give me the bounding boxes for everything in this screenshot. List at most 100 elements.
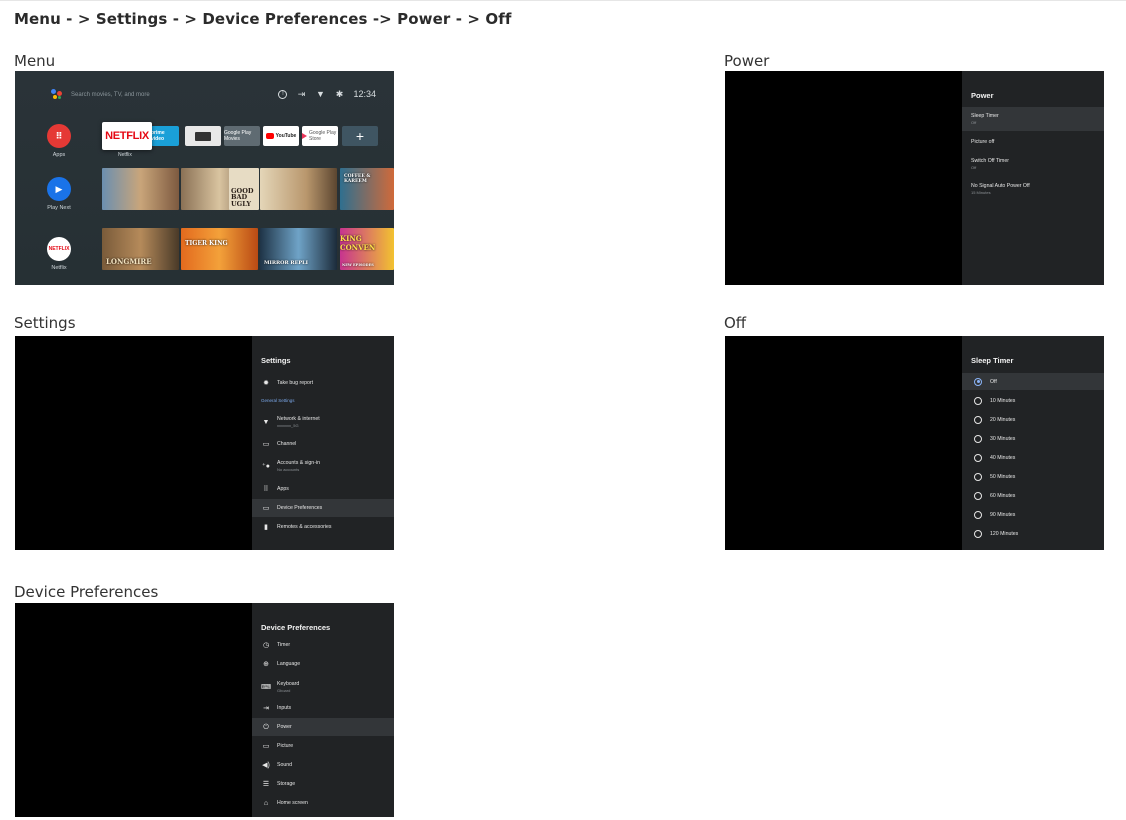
google-assistant-icon xyxy=(51,89,63,101)
play-store-icon xyxy=(302,133,307,139)
item-label: Power xyxy=(277,724,292,730)
radio-option-10-minutes[interactable]: 10 Minutes xyxy=(962,392,1104,409)
app-play-store-label: Google Play Store xyxy=(309,130,337,142)
poster-tile[interactable]: MIRROR REPLI xyxy=(260,228,337,270)
poster-tile[interactable] xyxy=(102,168,179,210)
menu-item-home-screen[interactable]: ⌂ Home screen xyxy=(252,796,394,810)
poster-title: KING CONVEN xyxy=(340,234,376,252)
menu-item-picture-off[interactable]: Picture off xyxy=(962,133,1104,151)
poster-tile[interactable] xyxy=(260,168,337,210)
menu-item-power[interactable]: ⏻ Power xyxy=(252,718,394,736)
menu-item-network[interactable]: ▼ Network & internet xxxxxxx_5G xyxy=(252,412,394,432)
home-icon: ⌂ xyxy=(263,799,269,807)
section-label-off: Off xyxy=(724,314,747,332)
menu-item-apps[interactable]: ⠿ Apps xyxy=(252,482,394,496)
radio-option-off[interactable]: Off xyxy=(962,373,1104,390)
power-side-panel: Power Sleep Timer Off Picture off Switch … xyxy=(962,71,1104,285)
option-label: 10 Minutes xyxy=(990,397,1016,404)
menu-item-keyboard[interactable]: ⌨ Keyboard Gboard xyxy=(252,677,394,697)
search-input[interactable]: Search movies, TV, and more xyxy=(71,92,150,98)
add-app-button[interactable]: + xyxy=(342,126,378,146)
app-netflix[interactable]: NETFLIX xyxy=(102,122,152,150)
speaker-icon: ◀) xyxy=(262,761,270,769)
radio-option-90-minutes[interactable]: 90 Minutes xyxy=(962,506,1104,523)
account-add-icon: ⁺● xyxy=(262,462,270,470)
item-label: Take bug report xyxy=(277,380,314,386)
sidebar-netflix[interactable]: NETFLIX Netflix xyxy=(41,237,77,271)
menu-item-remotes[interactable]: ▮ Remotes & accessories xyxy=(252,520,394,534)
poster-title: TIGER KING xyxy=(185,240,228,247)
section-label-settings: Settings xyxy=(14,314,76,332)
option-label: 20 Minutes xyxy=(990,416,1016,423)
app-youtube-label: YouTube xyxy=(275,133,297,139)
radio-option-50-minutes[interactable]: 50 Minutes xyxy=(962,468,1104,485)
menu-item-accounts[interactable]: ⁺● Accounts & sign-in No accounts xyxy=(252,456,394,476)
menu-item-sound[interactable]: ◀) Sound xyxy=(252,758,394,772)
sidebar-apps[interactable]: ⠿ Apps xyxy=(41,124,77,158)
poster-good-bad-ugly[interactable]: GOOD BAD UGLY xyxy=(229,168,259,210)
poster-tile[interactable]: COFFEE & KAREEM xyxy=(340,168,394,210)
device-preferences-screen: Device Preferences ◷ Timer ⊕ Language ⌨ … xyxy=(15,603,394,817)
poster-title: LONGMIRE xyxy=(106,257,152,266)
top-divider xyxy=(0,0,1126,1)
radio-unselected-icon xyxy=(974,396,982,405)
radio-option-20-minutes[interactable]: 20 Minutes xyxy=(962,411,1104,428)
gear-icon[interactable]: ✱ xyxy=(334,89,344,99)
option-label: 60 Minutes xyxy=(990,492,1016,499)
item-label: Timer xyxy=(277,642,291,648)
panel-title: Device Preferences xyxy=(261,623,331,632)
clock-time: 12:34 xyxy=(353,89,376,99)
storage-icon: ☰ xyxy=(262,780,270,788)
item-label: Sleep Timer xyxy=(971,113,999,119)
monitor-icon: ▭ xyxy=(262,742,270,750)
menu-item-timer[interactable]: ◷ Timer xyxy=(252,638,394,652)
menu-item-storage[interactable]: ☰ Storage xyxy=(252,777,394,791)
poster-tile[interactable]: LONGMIRE xyxy=(102,228,179,270)
item-sub: Gboard xyxy=(277,688,291,693)
sidebar-play-next[interactable]: ▶ Play Next xyxy=(41,177,77,211)
settings-side-panel: Settings ✹ Take bug report General Setti… xyxy=(252,336,394,550)
section-label-device-preferences: Device Preferences xyxy=(14,583,159,601)
tv-icon xyxy=(195,131,211,141)
radio-option-60-minutes[interactable]: 60 Minutes xyxy=(962,487,1104,504)
search-bar[interactable]: Search movies, TV, and more xyxy=(51,89,150,101)
device-preferences-side-panel: Device Preferences ◷ Timer ⊕ Language ⌨ … xyxy=(252,603,394,817)
app-prime-video[interactable]: prime video xyxy=(151,126,179,146)
breadcrumb: Menu - > Settings - > Device Preferences… xyxy=(14,10,512,28)
item-label: Home screen xyxy=(277,800,308,806)
menu-item-sleep-timer[interactable]: Sleep Timer Off xyxy=(962,107,1104,131)
menu-item-switch-off-timer[interactable]: Switch Off Timer Off xyxy=(962,153,1104,175)
app-google-play-movies[interactable]: Google Play Movies xyxy=(224,126,260,146)
sidebar-play-next-label: Play Next xyxy=(47,205,71,211)
apps-grid-icon: ⠿ xyxy=(47,124,71,148)
item-label: Picture off xyxy=(971,139,995,145)
sleep-timer-screen: Sleep Timer Off 10 Minutes 20 Minutes 30… xyxy=(725,336,1104,550)
sidebar-apps-label: Apps xyxy=(52,152,66,158)
menu-item-inputs[interactable]: ⇥ Inputs xyxy=(252,701,394,715)
menu-item-channel[interactable]: ▭ Channel xyxy=(252,437,394,451)
play-icon: ▶ xyxy=(47,177,71,201)
poster-tile[interactable]: KING CONVEN NEW EPISODES xyxy=(340,228,394,270)
radio-option-30-minutes[interactable]: 30 Minutes xyxy=(962,430,1104,447)
radio-option-120-minutes[interactable]: 120 Minutes xyxy=(962,525,1104,542)
power-screen: Power Sleep Timer Off Picture off Switch … xyxy=(725,71,1104,285)
menu-item-bug-report[interactable]: ✹ Take bug report xyxy=(252,376,394,390)
menu-item-picture[interactable]: ▭ Picture xyxy=(252,739,394,753)
app-google-play-store[interactable]: Google Play Store xyxy=(302,126,338,146)
app-youtube[interactable]: YouTube xyxy=(263,126,299,146)
plus-icon: + xyxy=(355,128,365,144)
tv-icon: ▭ xyxy=(262,440,270,448)
menu-item-no-signal-auto-power-off[interactable]: No Signal Auto Power Off 15 Minutes xyxy=(962,178,1104,200)
item-sub: 15 Minutes xyxy=(971,190,991,195)
menu-item-language[interactable]: ⊕ Language xyxy=(252,657,394,671)
option-label: Off xyxy=(990,378,997,385)
menu-item-device-preferences[interactable]: ▭ Device Preferences xyxy=(252,499,394,517)
app-tv[interactable] xyxy=(185,126,221,146)
notifications-icon[interactable]: ! xyxy=(278,89,288,99)
item-label: Network & internet xyxy=(277,416,320,422)
item-label: Accounts & sign-in xyxy=(277,460,320,466)
poster-tile[interactable]: TIGER KING xyxy=(181,228,258,270)
radio-unselected-icon xyxy=(974,491,982,500)
input-source-icon[interactable]: ⇥ xyxy=(296,89,306,99)
radio-option-40-minutes[interactable]: 40 Minutes xyxy=(962,449,1104,466)
